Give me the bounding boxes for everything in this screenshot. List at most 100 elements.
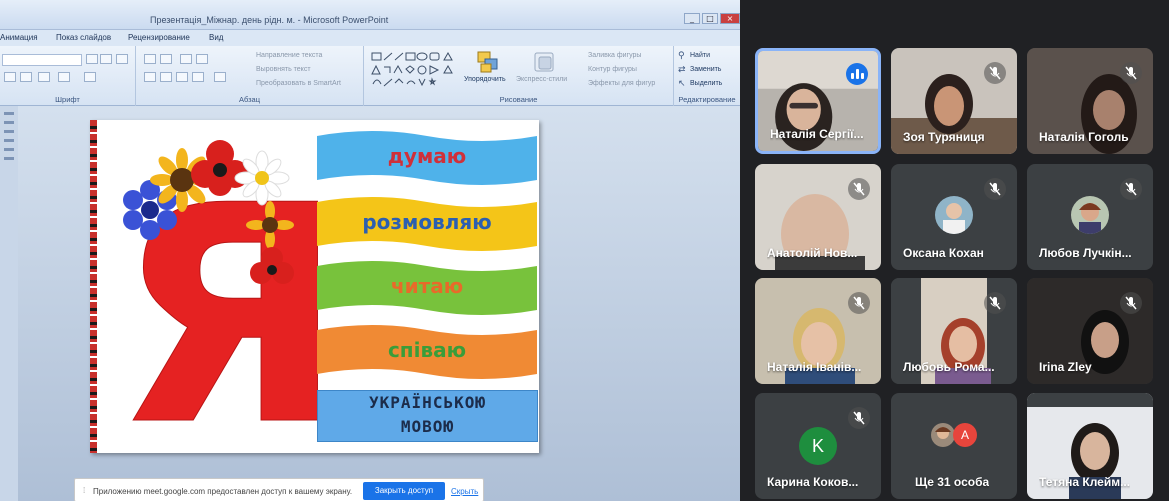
mic-off-icon bbox=[1120, 292, 1142, 314]
smartart-button[interactable]: Преобразовать в SmartArt bbox=[256, 80, 341, 87]
quick-styles-button[interactable]: Экспресс-стили bbox=[516, 76, 567, 83]
justify-icon[interactable] bbox=[192, 72, 204, 82]
numbering-icon[interactable] bbox=[160, 54, 172, 64]
ribbon-tabs: Анимация Показ слайдов Рецензирование Ви… bbox=[0, 30, 740, 46]
avatar bbox=[1071, 196, 1109, 234]
participant-tile-12[interactable]: Тетяна Клейм... bbox=[1027, 393, 1153, 499]
participant-tile-9[interactable]: Irina Zley bbox=[1027, 278, 1153, 384]
drag-handle-icon[interactable]: ⁞ bbox=[83, 486, 85, 495]
participant-name: Наталія Іванів... bbox=[767, 360, 862, 374]
participant-tile-6[interactable]: Любов Лучкін... bbox=[1027, 164, 1153, 270]
window-title: Презентація_Міжнар. день рідн. м. - Micr… bbox=[150, 15, 389, 25]
align-left-icon[interactable] bbox=[144, 72, 156, 82]
font-color-icon[interactable] bbox=[84, 72, 96, 82]
participant-tile-10[interactable]: K Карина Коков... bbox=[755, 393, 881, 499]
arrange-button[interactable]: Упорядочить bbox=[464, 76, 506, 83]
participant-name: Зоя Туряниця bbox=[903, 130, 985, 144]
minimize-button[interactable]: _ bbox=[684, 13, 700, 24]
arrange-icon[interactable] bbox=[476, 50, 502, 76]
replace-icon: ⇄ bbox=[678, 65, 686, 75]
ribbon-group-font: Шрифт bbox=[0, 46, 136, 106]
slide[interactable]: Я думаю розмовляю читаю співаю УКРАЇНСЬК… bbox=[90, 120, 539, 453]
participant-tile-2[interactable]: Зоя Туряниця bbox=[891, 48, 1017, 154]
tab-animation[interactable]: Анимация bbox=[0, 33, 38, 42]
participant-name: Карина Коков... bbox=[767, 475, 859, 489]
word-rozmovlyayu: розмовляю bbox=[362, 210, 492, 234]
participant-name: Наталія Гоголь bbox=[1039, 130, 1129, 144]
mic-off-icon bbox=[984, 292, 1006, 314]
ribbon-group-drawing: Упорядочить Экспресс-стили Заливка фигур… bbox=[364, 46, 674, 106]
clear-format-icon[interactable] bbox=[116, 54, 128, 64]
spacing-icon[interactable] bbox=[38, 72, 50, 82]
binoculars-icon: ⚲ bbox=[678, 51, 685, 61]
case-icon[interactable] bbox=[58, 72, 70, 82]
group-label-editing: Редактирование bbox=[678, 95, 736, 104]
shape-effects-button[interactable]: Эффекты для фигур bbox=[588, 80, 655, 87]
shape-outline-button[interactable]: Контур фигуры bbox=[588, 66, 637, 73]
ribbon-group-editing: Найти Заменить Выделить ⚲ ⇄ ↖ Редактиров… bbox=[674, 46, 740, 106]
participant-tile-1[interactable]: Наталія Сергії... bbox=[755, 48, 881, 154]
select-button[interactable]: Выделить bbox=[690, 80, 722, 87]
mic-off-icon bbox=[984, 62, 1006, 84]
maximize-button[interactable]: □ bbox=[702, 13, 718, 24]
word-dumayu: думаю bbox=[387, 144, 467, 168]
tab-review[interactable]: Рецензирование bbox=[128, 33, 190, 42]
group-label-paragraph: Абзац bbox=[238, 95, 261, 104]
columns-icon[interactable] bbox=[214, 72, 226, 82]
participant-name: Любовь Рома... bbox=[903, 360, 995, 374]
stop-sharing-button[interactable]: Закрыть доступ bbox=[363, 482, 445, 500]
tab-slideshow[interactable]: Показ слайдов bbox=[56, 33, 111, 42]
ribbon: Шрифт Направление текста Выровнять текст… bbox=[0, 46, 740, 106]
speaking-indicator-icon bbox=[846, 63, 868, 85]
participant-tile-4[interactable]: Анатолій Нов... bbox=[755, 164, 881, 270]
align-right-icon[interactable] bbox=[176, 72, 188, 82]
replace-button[interactable]: Заменить bbox=[690, 66, 721, 73]
mic-off-icon bbox=[848, 292, 870, 314]
quick-styles-icon[interactable] bbox=[532, 50, 558, 76]
shapes-gallery-icon[interactable] bbox=[370, 51, 462, 91]
more-participants-label: Ще 31 особа bbox=[915, 475, 990, 489]
participant-name: Irina Zley bbox=[1039, 360, 1092, 374]
slides-pane[interactable] bbox=[0, 106, 18, 501]
find-button[interactable]: Найти bbox=[690, 52, 710, 59]
mic-off-icon bbox=[848, 407, 870, 429]
avatar-initial: K bbox=[799, 427, 837, 465]
mic-off-icon bbox=[1120, 178, 1142, 200]
select-arrow-icon: ↖ bbox=[678, 79, 686, 89]
participant-tile-8[interactable]: Любовь Рома... bbox=[891, 278, 1017, 384]
screen-share-bar: ⁞ Приложению meet.google.com предоставле… bbox=[74, 478, 484, 501]
participant-tile-7[interactable]: Наталія Іванів... bbox=[755, 278, 881, 384]
participant-tile-3[interactable]: Наталія Гоголь bbox=[1027, 48, 1153, 154]
participant-name: Анатолій Нов... bbox=[767, 246, 858, 260]
grow-font-icon[interactable] bbox=[86, 54, 98, 64]
bottom-line-2: МОВОЮ bbox=[400, 417, 455, 436]
more-participants-tile[interactable]: А Ще 31 особа bbox=[891, 393, 1017, 499]
tab-view[interactable]: Вид bbox=[209, 33, 223, 42]
mic-off-icon bbox=[848, 178, 870, 200]
shrink-font-icon[interactable] bbox=[100, 54, 112, 64]
word-band-4: співаю bbox=[317, 324, 537, 380]
increase-indent-icon[interactable] bbox=[196, 54, 208, 64]
strikethrough-icon[interactable] bbox=[4, 72, 16, 82]
shared-screen: Презентація_Міжнар. день рідн. м. - Micr… bbox=[0, 0, 740, 501]
align-center-icon[interactable] bbox=[160, 72, 172, 82]
participant-name: Тетяна Клейм... bbox=[1039, 475, 1131, 489]
close-button[interactable]: × bbox=[720, 13, 740, 24]
text-direction-button[interactable]: Направление текста bbox=[256, 52, 322, 59]
mic-off-icon bbox=[1120, 62, 1142, 84]
bullets-icon[interactable] bbox=[144, 54, 156, 64]
hide-link[interactable]: Скрыть bbox=[451, 487, 478, 496]
word-band-1: думаю bbox=[317, 130, 537, 186]
shape-fill-button[interactable]: Заливка фигуры bbox=[588, 52, 641, 59]
group-label-font: Шрифт bbox=[55, 95, 80, 104]
embroidery-ornament bbox=[90, 120, 97, 453]
participant-tile-5[interactable]: Оксана Кохан bbox=[891, 164, 1017, 270]
decrease-indent-icon[interactable] bbox=[180, 54, 192, 64]
font-name-field[interactable] bbox=[2, 54, 82, 66]
shadow-icon[interactable] bbox=[20, 72, 32, 82]
participant-name: Любов Лучкін... bbox=[1039, 246, 1132, 260]
avatar bbox=[931, 423, 955, 447]
align-text-button[interactable]: Выровнять текст bbox=[256, 66, 311, 73]
avatar-initial: А bbox=[953, 423, 977, 447]
word-chytayu: читаю bbox=[390, 274, 464, 298]
